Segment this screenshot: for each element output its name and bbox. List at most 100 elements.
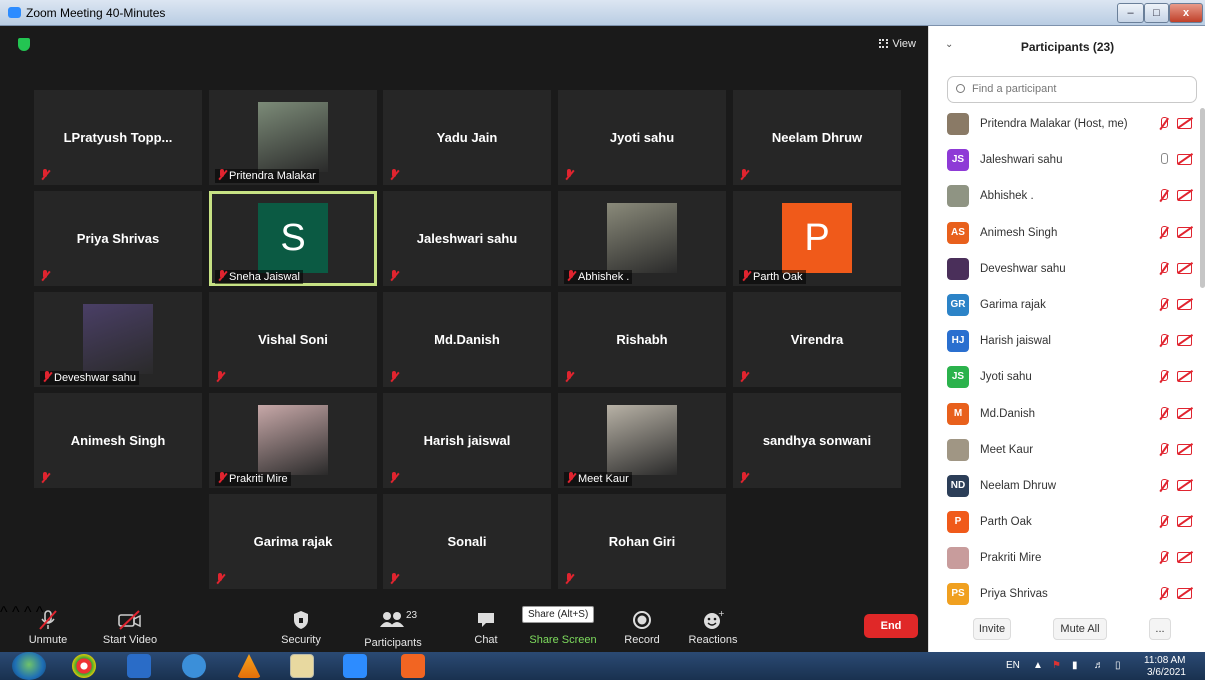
reactions-button[interactable]: + Reactions <box>686 604 740 652</box>
participant-row[interactable]: AS Animesh Singh <box>929 217 1199 253</box>
muted-mic-icon[interactable] <box>1158 370 1170 384</box>
participant-row[interactable]: Meet Kaur <box>929 434 1199 470</box>
participants-button[interactable]: 23 Participants <box>360 604 426 652</box>
video-tile[interactable]: Md.Danish <box>383 292 551 387</box>
mic-icon[interactable] <box>1158 153 1170 167</box>
video-tile[interactable]: S Sneha Jaiswal <box>209 191 377 286</box>
video-tile[interactable]: Animesh Singh <box>34 393 202 488</box>
start-video-button[interactable]: Start Video <box>99 604 161 652</box>
video-tile[interactable]: Pritendra Malakar <box>209 90 377 185</box>
video-off-icon[interactable] <box>1177 226 1192 238</box>
video-tile[interactable]: Deveshwar sahu <box>34 292 202 387</box>
mute-all-button[interactable]: Mute All <box>1053 618 1107 640</box>
participant-row[interactable]: Prakriti Mire <box>929 542 1199 578</box>
participant-row[interactable]: HJ Harish jaiswal <box>929 325 1199 361</box>
video-tile[interactable]: LPratyush Topp... <box>34 90 202 185</box>
video-off-icon[interactable] <box>1177 262 1192 274</box>
video-off-icon[interactable] <box>1177 407 1192 419</box>
unmute-button[interactable]: Unmute <box>22 604 74 652</box>
muted-mic-icon[interactable] <box>1158 261 1170 276</box>
clock-date[interactable]: 3/6/2021 <box>1147 667 1186 678</box>
video-tile[interactable]: sandhya sonwani <box>733 393 901 488</box>
participant-row[interactable]: P Parth Oak <box>929 506 1199 542</box>
participant-row[interactable]: M Md.Danish <box>929 398 1199 434</box>
vlc-icon[interactable] <box>237 654 261 678</box>
close-button[interactable]: x <box>1169 3 1203 23</box>
video-off-icon[interactable] <box>1177 516 1192 528</box>
internet-explorer-icon[interactable] <box>182 654 206 678</box>
video-off-icon[interactable] <box>1177 371 1192 383</box>
participant-search-input[interactable]: Find a participant <box>947 76 1197 103</box>
participant-row[interactable]: JS Jyoti sahu <box>929 361 1199 397</box>
media-player-icon[interactable] <box>127 654 151 678</box>
video-off-icon[interactable] <box>1177 154 1192 166</box>
video-tile[interactable]: Rohan Giri <box>558 494 726 589</box>
video-off-icon[interactable] <box>1177 552 1192 564</box>
muted-mic-icon[interactable] <box>1158 478 1170 493</box>
muted-mic-icon[interactable] <box>1158 551 1170 565</box>
record-button[interactable]: Record <box>620 604 664 652</box>
video-tile[interactable]: Sonali <box>383 494 551 589</box>
participant-row[interactable]: ND Neelam Dhruw <box>929 470 1199 506</box>
video-off-icon[interactable] <box>1177 588 1192 600</box>
participant-row[interactable]: Abhishek . <box>929 180 1199 216</box>
video-tile[interactable]: P Parth Oak <box>733 191 901 286</box>
tray-arrow-icon[interactable]: ▲ <box>1033 660 1043 671</box>
participant-row[interactable]: Deveshwar sahu <box>929 253 1199 289</box>
muted-mic-icon[interactable] <box>1158 334 1170 348</box>
video-off-icon[interactable] <box>1177 335 1192 347</box>
security-button[interactable]: Security <box>276 604 326 652</box>
video-tile[interactable]: Yadu Jain <box>383 90 551 185</box>
language-indicator[interactable]: EN <box>1006 660 1020 671</box>
action-center-flag-icon[interactable]: ⚑ <box>1052 660 1061 671</box>
network-signal-icon[interactable]: ▮ <box>1072 660 1078 671</box>
chat-button[interactable]: Chat <box>466 604 506 652</box>
video-tile[interactable]: Vishal Soni <box>209 292 377 387</box>
video-options-chevron-icon[interactable]: ^ <box>12 604 20 621</box>
share-screen-button[interactable]: Share Screen <box>526 604 600 652</box>
video-off-icon[interactable] <box>1177 479 1192 491</box>
video-off-icon[interactable] <box>1177 190 1192 202</box>
participant-list-scrollbar[interactable] <box>1200 108 1205 288</box>
participant-row[interactable]: JS Jaleshwari sahu <box>929 144 1199 180</box>
video-tile[interactable]: Jyoti sahu <box>558 90 726 185</box>
end-meeting-button[interactable]: End <box>864 614 918 638</box>
muted-mic-icon[interactable] <box>1158 406 1170 421</box>
video-off-icon[interactable] <box>1177 118 1192 129</box>
start-button[interactable] <box>12 652 46 680</box>
muted-mic-icon[interactable] <box>1158 515 1170 529</box>
participant-row[interactable]: Pritendra Malakar (Host, me) <box>929 108 1199 144</box>
participant-row[interactable]: GR Garima rajak <box>929 289 1199 325</box>
maximize-button[interactable]: □ <box>1144 3 1169 23</box>
more-options-button[interactable]: ... <box>1149 618 1171 640</box>
zoom-taskbar-icon[interactable] <box>343 654 367 678</box>
chrome-icon[interactable] <box>72 654 96 678</box>
video-tile[interactable]: Rishabh <box>558 292 726 387</box>
invite-button[interactable]: Invite <box>973 618 1011 640</box>
participant-row[interactable]: PS Priya Shrivas <box>929 578 1199 614</box>
muted-mic-icon[interactable] <box>1158 587 1170 601</box>
video-tile[interactable]: Neelam Dhruw <box>733 90 901 185</box>
clock-time[interactable]: 11:08 AM <box>1144 655 1186 666</box>
view-button[interactable]: View <box>879 38 916 50</box>
muted-mic-icon[interactable] <box>1158 189 1170 203</box>
video-tile[interactable]: Harish jaiswal <box>383 393 551 488</box>
video-tile[interactable]: Virendra <box>733 292 901 387</box>
video-tile[interactable]: Prakriti Mire <box>209 393 377 488</box>
video-off-icon[interactable] <box>1177 298 1192 310</box>
pdf-app-icon[interactable] <box>401 654 425 678</box>
muted-mic-icon[interactable] <box>1158 225 1170 240</box>
video-tile[interactable]: Abhishek . <box>558 191 726 286</box>
video-tile[interactable]: Jaleshwari sahu <box>383 191 551 286</box>
power-icon[interactable]: ▯ <box>1115 660 1121 671</box>
muted-mic-icon[interactable] <box>1158 297 1170 312</box>
video-off-icon[interactable] <box>1177 443 1192 455</box>
volume-icon[interactable]: ♬ <box>1094 660 1104 671</box>
encryption-shield-icon[interactable] <box>18 38 30 51</box>
file-explorer-icon[interactable] <box>290 654 314 678</box>
minimize-button[interactable]: – <box>1117 3 1144 23</box>
video-tile[interactable]: Meet Kaur <box>558 393 726 488</box>
video-tile[interactable]: Garima rajak <box>209 494 377 589</box>
audio-options-chevron-icon[interactable]: ^ <box>0 604 8 621</box>
muted-mic-icon[interactable] <box>1158 442 1170 457</box>
